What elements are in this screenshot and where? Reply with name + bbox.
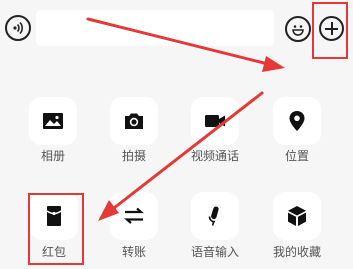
camera-label: 拍摄 xyxy=(121,149,146,163)
album-tile[interactable] xyxy=(29,97,77,145)
plus-button-highlight xyxy=(312,2,348,59)
emoji-button[interactable] xyxy=(285,16,311,42)
message-input[interactable] xyxy=(36,10,274,46)
camera-icon xyxy=(125,113,143,129)
location-label: 位置 xyxy=(284,149,309,163)
microphone-icon xyxy=(208,206,219,226)
location-tile[interactable] xyxy=(273,97,321,145)
video-call-label: 视频通话 xyxy=(190,149,239,163)
voice-input-tile[interactable] xyxy=(191,192,239,240)
transfer-label: 转账 xyxy=(121,245,146,259)
album-label: 相册 xyxy=(40,149,65,163)
voice-wave-icon xyxy=(13,21,23,35)
voice-input-label: 语音输入 xyxy=(190,245,239,259)
cube-icon xyxy=(288,206,306,226)
image-icon xyxy=(43,113,63,129)
video-camera-icon xyxy=(205,115,225,127)
smiley-icon xyxy=(292,25,304,36)
location-pin-icon xyxy=(289,111,305,131)
favorites-tile[interactable] xyxy=(273,192,321,240)
camera-tile[interactable] xyxy=(110,97,158,145)
red-packet-highlight xyxy=(28,193,84,265)
video-call-tile[interactable] xyxy=(191,97,239,145)
voice-input-button[interactable] xyxy=(5,15,31,41)
favorites-label: 我的收藏 xyxy=(272,245,321,259)
chat-input-bar xyxy=(0,0,353,59)
transfer-arrows-icon xyxy=(124,207,144,224)
transfer-tile[interactable] xyxy=(110,192,158,240)
